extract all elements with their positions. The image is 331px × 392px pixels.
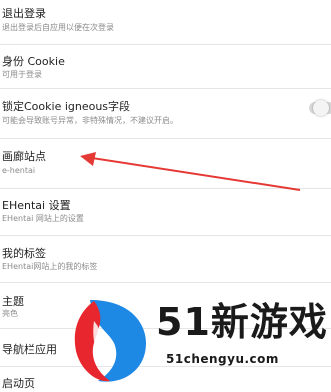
settings-item-lock-cookie[interactable]: 锁定Cookie igneous字段 可能会导致账号异常，非特殊情况，不建议开启… xyxy=(0,95,331,135)
settings-item-subtitle: 可能会导致账号异常，非特殊情况，不建议开启。 xyxy=(2,116,178,125)
watermark-url: 51chengyu.com xyxy=(166,352,279,366)
settings-item-subtitle: 可用于登录 xyxy=(2,70,42,79)
settings-item-title: 导航栏应用 xyxy=(2,343,57,356)
settings-item-title: 启动页 xyxy=(2,377,35,390)
red-arrow-annotation xyxy=(80,152,301,191)
watermark-logo-icon xyxy=(74,300,146,382)
settings-item-title: EHentai 设置 xyxy=(2,199,71,212)
toggle-knob xyxy=(313,100,329,116)
settings-item-subtitle: 退出登录后自应用以便在次登录 xyxy=(2,23,114,32)
divider xyxy=(0,88,331,89)
settings-item-title: 主题 xyxy=(2,295,24,308)
settings-item-ehentai-settings[interactable]: EHentai 设置 EHentai 网站上的设置 xyxy=(0,193,331,233)
divider xyxy=(0,282,331,283)
settings-item-title: 锁定Cookie igneous字段 xyxy=(2,100,131,113)
settings-item-title: 我的标签 xyxy=(2,247,46,260)
watermark-brand: 51新游戏 xyxy=(156,300,328,344)
settings-item-logout[interactable]: 退出登录 退出登录后自应用以便在次登录 xyxy=(0,0,331,44)
watermark: 51新游戏 51chengyu.com xyxy=(70,297,331,392)
lock-cookie-toggle[interactable] xyxy=(309,100,331,116)
settings-item-subtitle: e-hentai xyxy=(2,166,36,175)
settings-item-subtitle: EHentai网站上的我的标签 xyxy=(2,262,98,271)
settings-item-identity-cookie[interactable]: 身份 Cookie 可用于登录 xyxy=(0,45,331,85)
settings-item-subtitle: EHentai 网站上的设置 xyxy=(2,214,84,223)
settings-item-title: 退出登录 xyxy=(2,7,46,20)
divider xyxy=(0,235,331,236)
divider xyxy=(0,138,331,139)
settings-item-my-tags[interactable]: 我的标签 EHentai网站上的我的标签 xyxy=(0,239,331,279)
settings-item-title: 画廊站点 xyxy=(2,150,46,163)
settings-item-title: 身份 Cookie xyxy=(2,55,65,68)
settings-item-subtitle: 亮色 xyxy=(2,309,18,318)
